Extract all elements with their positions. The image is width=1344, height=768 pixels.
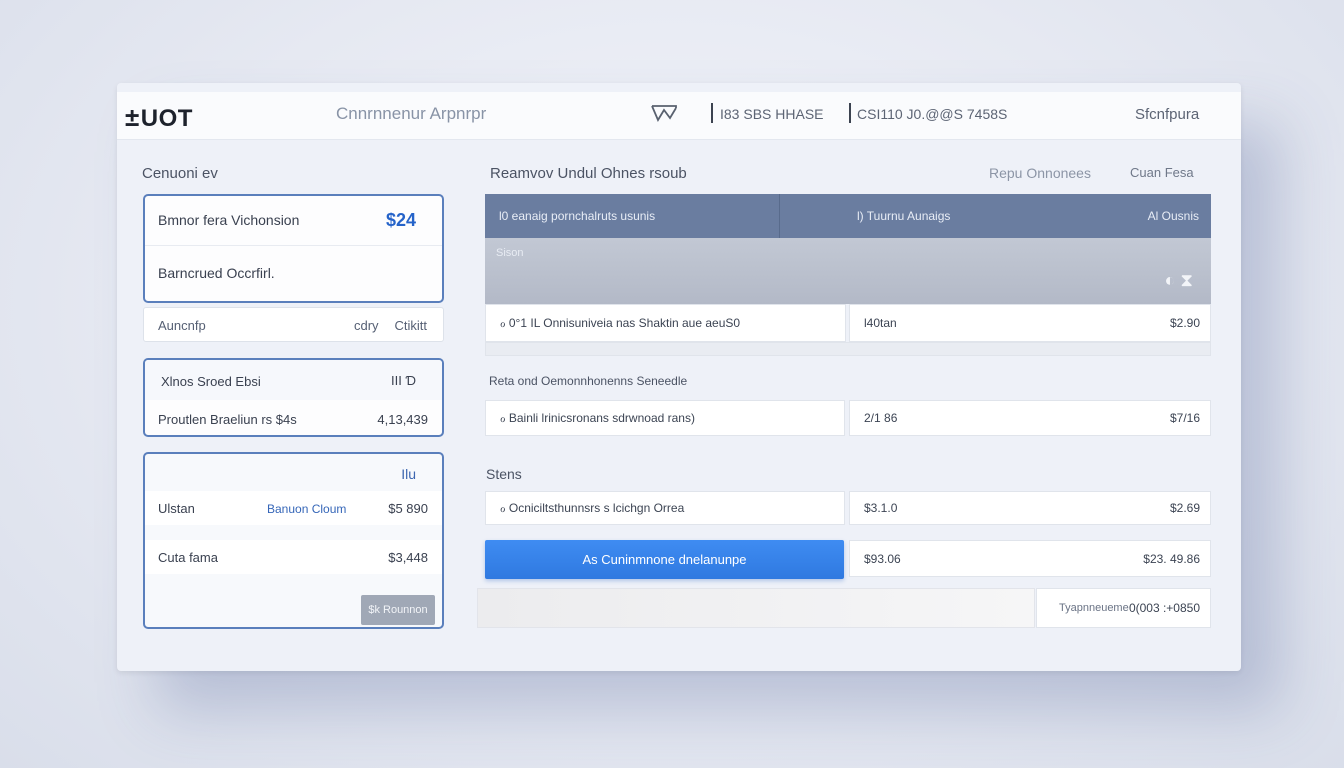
table-row[interactable]: $93.06 $23. 49.86 xyxy=(849,540,1211,577)
table-header-divider xyxy=(779,194,780,238)
table-row-value: $7/16 xyxy=(1169,411,1200,425)
balance-card[interactable]: Ilu Ulstan Banuon Cloum $5 890 Cuta fama… xyxy=(143,452,444,629)
balance-row-label-2: Cuta fama xyxy=(158,550,218,565)
table-row-value: $2.90 xyxy=(1169,316,1200,330)
header-stat-2: CSI110 J0.@@S 7458S xyxy=(857,106,1008,122)
section-title: Stens xyxy=(486,466,522,482)
details-row: Proutlen Braeliun rs $4s 4,13,439 xyxy=(145,400,442,435)
total-bar xyxy=(477,588,1035,628)
summary-row: Bmnor fera Vichonsion $24 xyxy=(145,196,442,246)
list-item[interactable]: Auncnfp cdry Ctikitt xyxy=(143,307,444,342)
right-column-title: Reamvov Undul Ohnes rsoub xyxy=(490,165,687,182)
left-column-title: Cenuoni ev xyxy=(142,165,218,182)
header-stat-1: I83 SBS HHASE xyxy=(720,106,824,122)
total-value: 0(003 :+0850 xyxy=(1128,601,1200,615)
separator xyxy=(711,103,713,123)
summary-card[interactable]: Bmnor fera Vichonsion $24 Barncrued Occr… xyxy=(143,194,444,303)
table-row[interactable]: 2/1 86 $7/16 xyxy=(849,400,1211,436)
total-cell: Tyapnneueme 0(003 :+0850 xyxy=(1036,588,1211,628)
list-item-label: Auncnfp xyxy=(158,318,206,333)
table-row[interactable]: $3.1.0 $2.69 xyxy=(849,491,1211,525)
table-row[interactable]: ℴ 0°1 IL Onnisuniveia nas Shaktin aue ae… xyxy=(485,304,846,342)
table-row-mid: $93.06 xyxy=(864,551,901,566)
table-header: l0 eanaig pornchalruts usunis l) Tuurnu … xyxy=(485,194,1211,238)
logo-mark: ± xyxy=(125,102,140,132)
table-row-label: ℴ Bainli lrinicsronans sdrwnoad rans) xyxy=(500,411,695,425)
logo-text: UOT xyxy=(140,105,193,132)
table-row-mid: 2/1 86 xyxy=(864,411,898,425)
table-row-label: ℴ Ocniciltsthunnsrs s lcichgn Orrea xyxy=(500,501,685,515)
primary-action-button[interactable]: As Cuninmnone dnelanunpe xyxy=(485,540,844,579)
filter-link[interactable]: Cuan Fesa xyxy=(1130,165,1194,180)
balance-row-value-2: $3,448 xyxy=(388,550,428,565)
table-header-col-3[interactable]: Al Ousnis xyxy=(1148,209,1199,223)
separator xyxy=(849,103,851,123)
table-row-label: ℴ 0°1 IL Onnisuniveia nas Shaktin aue ae… xyxy=(500,316,741,330)
app-logo[interactable]: ±UOT xyxy=(125,102,193,133)
balance-row: Cuta fama $3,448 xyxy=(145,540,442,574)
balance-row-value: $5 890 xyxy=(388,501,428,516)
table-subheader-label: Sison xyxy=(496,247,524,259)
summary-label: Bmnor fera Vichonsion xyxy=(158,212,300,228)
chart-icon[interactable] xyxy=(650,104,678,122)
table-subheader-icons[interactable]: ◐ ⧗ xyxy=(1164,270,1193,291)
balance-row-label: Ulstan xyxy=(158,501,195,516)
table-row-mid: $3.1.0 xyxy=(864,501,898,515)
table-header-col-1[interactable]: l0 eanaig pornchalruts usunis xyxy=(499,209,655,223)
table-row-mid: l40tan xyxy=(864,316,897,330)
list-item-value: cdry xyxy=(354,318,379,333)
balance-card-top-value: Ilu xyxy=(401,466,416,482)
details-header-value: III Ɗ xyxy=(391,373,416,388)
summary-value: $24 xyxy=(385,210,416,230)
table-row-divider xyxy=(485,342,1211,356)
summary-row: Barncrued Occrfirl. xyxy=(145,246,442,301)
table-row[interactable]: ℴ Bainli lrinicsronans sdrwnoad rans) xyxy=(485,400,845,436)
details-card[interactable]: Xlnos Sroed Ebsi III Ɗ Proutlen Braeliun… xyxy=(143,358,444,437)
details-row-value: 4,13,439 xyxy=(377,412,428,427)
top-bar: ±UOT Cnnrnnenur Arpnrpr I83 SBS HHASE CS… xyxy=(117,92,1241,140)
details-row-label: Proutlen Braeliun rs $4s xyxy=(158,412,297,427)
app-title: Cnnrnnenur Arpnrpr xyxy=(336,104,487,123)
details-header: Xlnos Sroed Ebsi III Ɗ xyxy=(145,360,442,400)
table-row[interactable]: l40tan $2.90 xyxy=(849,304,1211,342)
balance-action-button[interactable]: $k Rounnon xyxy=(361,595,435,625)
section-title: Reta ond Oemonnhonenns Seneedle xyxy=(489,374,688,388)
balance-row-mid: Banuon Cloum xyxy=(267,502,347,516)
details-header-label: Xlnos Sroed Ebsi xyxy=(161,374,261,389)
table-subheader: Sison ◐ ⧗ xyxy=(485,238,1211,304)
balance-row: Ulstan Banuon Cloum $5 890 xyxy=(145,491,442,525)
table-row-value: $23. 49.86 xyxy=(1143,551,1200,566)
summary-label-2: Barncrued Occrfirl. xyxy=(158,265,275,281)
table-row-value: $2.69 xyxy=(1169,501,1200,515)
list-item-value-2: Ctikitt xyxy=(394,318,428,333)
user-menu[interactable]: Sfcnfpura xyxy=(1135,106,1199,123)
table-header-col-2[interactable]: l) Tuurnu Aunaigs xyxy=(857,209,950,223)
total-label: Tyapnneueme xyxy=(1059,602,1129,614)
table-row[interactable]: ℴ Ocniciltsthunnsrs s lcichgn Orrea xyxy=(485,491,845,525)
reports-link[interactable]: Repu Onnonees xyxy=(989,165,1091,181)
app-window: ±UOT Cnnrnnenur Arpnrpr I83 SBS HHASE CS… xyxy=(117,83,1241,671)
